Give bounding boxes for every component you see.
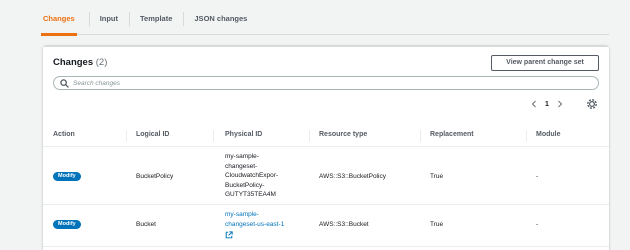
tab-changes[interactable]: Changes (41, 9, 77, 36)
column-header-module[interactable]: Module (536, 131, 561, 138)
action-badge: Modify (53, 172, 81, 181)
changes-header: Changes (2) (53, 57, 107, 68)
resource-type-cell: AWS::S3::BucketPolicy (319, 173, 386, 180)
physical-id-line: my-sample- (225, 153, 259, 160)
container-top-border (43, 45, 609, 47)
tab-bar: Changes Input Template JSON changes (41, 9, 609, 36)
search-input[interactable] (73, 77, 593, 89)
physical-id-line: changeset- (225, 162, 258, 170)
next-page-button[interactable] (554, 97, 566, 111)
tab-template[interactable]: Template (140, 9, 172, 35)
column-header-action[interactable]: Action (53, 131, 75, 138)
tab-divider (129, 12, 131, 26)
tab-json-changes[interactable]: JSON changes (194, 9, 247, 35)
column-divider[interactable] (213, 130, 214, 142)
physical-id-link[interactable]: my-sample- changeset-us-east-1 (225, 210, 284, 229)
logical-id-cell: Bucket (136, 221, 156, 228)
chevron-right-icon (558, 100, 563, 108)
changes-container: Changes (2) View parent change set 1 Act… (43, 45, 609, 250)
column-divider[interactable] (526, 130, 527, 142)
resource-type-cell: AWS::S3::Bucket (319, 221, 369, 228)
table-row: Modify BucketPolicy my-sample- changeset… (43, 147, 609, 205)
column-header-resource-type[interactable]: Resource type (319, 131, 367, 138)
column-header-physical-id[interactable]: Physical ID (225, 131, 262, 138)
prev-page-button[interactable] (528, 97, 540, 111)
search-icon (60, 79, 69, 88)
physical-id-cell: my-sample- changeset- CloudwatchExpor- B… (225, 152, 278, 200)
changes-count: (2) (95, 57, 108, 68)
physical-id-cell: my-sample- changeset-us-east-1 (225, 210, 284, 239)
tab-divider (88, 12, 90, 26)
action-badge: Modify (53, 220, 81, 229)
column-header-logical-id[interactable]: Logical ID (136, 131, 169, 138)
module-cell: - (536, 173, 539, 180)
external-link-icon[interactable] (225, 231, 233, 239)
view-parent-change-set-button[interactable]: View parent change set (491, 55, 599, 71)
column-divider[interactable] (126, 130, 127, 142)
replacement-cell: True (430, 173, 444, 180)
tab-input[interactable]: Input (100, 9, 118, 35)
page-number[interactable]: 1 (540, 101, 554, 108)
gear-icon[interactable] (586, 98, 598, 110)
logical-id-cell: BucketPolicy (136, 173, 174, 180)
search-field[interactable] (53, 76, 599, 90)
replacement-cell: True (430, 221, 444, 228)
module-cell: - (536, 221, 539, 228)
tab-divider (183, 12, 185, 26)
physical-id-line: GUTYT35TEA4M (225, 191, 276, 198)
pagination: 1 (528, 97, 566, 111)
table-row: Modify Bucket my-sample- changeset-us-ea… (43, 205, 609, 247)
physical-id-line: BucketPolicy- (225, 181, 265, 189)
changes-title: Changes (53, 57, 94, 68)
physical-id-line: CloudwatchExpor- (225, 172, 279, 179)
column-divider[interactable] (420, 130, 421, 142)
table-header: Action Logical ID Physical ID Resource t… (43, 125, 609, 147)
column-header-replacement[interactable]: Replacement (430, 131, 474, 138)
column-divider[interactable] (309, 130, 310, 142)
chevron-left-icon (531, 100, 536, 108)
